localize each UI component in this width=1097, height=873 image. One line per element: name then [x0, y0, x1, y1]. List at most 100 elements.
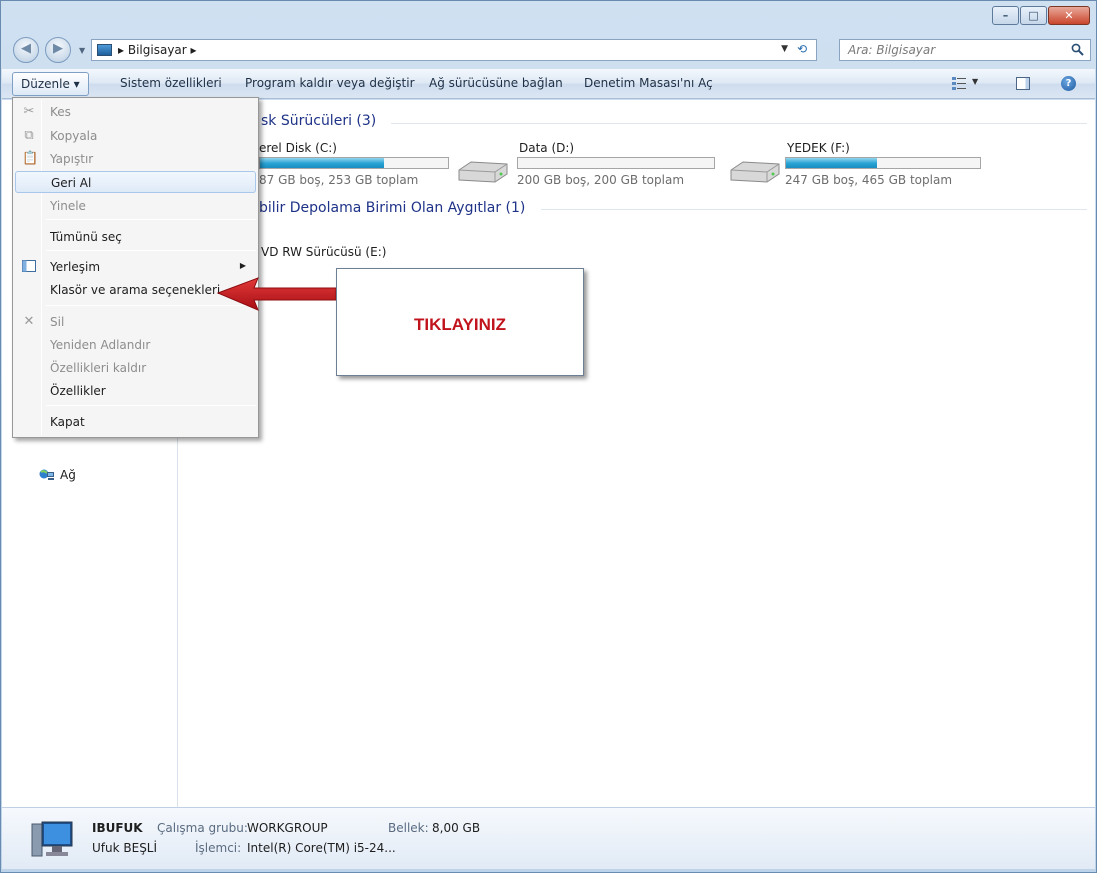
submenu-arrow-icon: ▶ — [239, 261, 246, 270]
change-view-icon[interactable] — [952, 77, 966, 90]
drive-usage-fill — [786, 158, 878, 168]
group-header-hard-disks[interactable]: sk Sürücüleri (3) — [261, 113, 376, 129]
main-pane: sk Sürücüleri (3) erel Disk (C:) 87 GB b… — [179, 100, 1095, 807]
menu-item-redo[interactable]: Yinele — [15, 195, 256, 217]
drive-usage-bar — [259, 157, 449, 169]
view-dropdown-icon[interactable]: ▼ — [972, 77, 978, 86]
caption-buttons: – □ ✕ — [991, 6, 1090, 25]
maximize-button[interactable]: □ — [1020, 6, 1047, 25]
workgroup-value: WORKGROUP — [247, 821, 328, 835]
menu-item-close[interactable]: Kapat — [15, 411, 256, 433]
organize-button[interactable]: Düzenle ▾ — [12, 72, 89, 96]
paste-icon: 📋 — [22, 151, 39, 166]
refresh-icon[interactable]: ⟲ — [792, 42, 812, 58]
user-name: Ufuk BEŞLİ — [92, 841, 158, 855]
drive-info: 200 GB boş, 200 GB toplam — [517, 173, 685, 187]
annotation-arrow-icon — [216, 277, 337, 311]
preview-pane-icon[interactable] — [1016, 77, 1030, 90]
search-box[interactable]: Ara: Bilgisayar — [839, 39, 1091, 61]
back-button[interactable]: ◀ — [13, 37, 39, 63]
system-properties-button[interactable]: Sistem özellikleri — [120, 76, 222, 90]
copy-icon: ⧉ — [24, 128, 34, 143]
layout-icon — [22, 260, 36, 274]
menu-item-cut[interactable]: ✂ Kes — [15, 101, 256, 123]
recent-pages-dropdown[interactable]: ▼ — [79, 46, 85, 55]
drive-usage-bar — [517, 157, 715, 169]
open-control-panel-button[interactable]: Denetim Masası'nı Aç — [584, 76, 713, 90]
menu-item-paste[interactable]: 📋 Yapıştır — [15, 148, 256, 170]
menu-item-label: Yinele — [50, 199, 86, 213]
close-icon: ✕ — [1064, 9, 1074, 22]
address-dropdown-icon[interactable]: ▼ — [781, 44, 788, 54]
back-arrow-icon: ◀ — [21, 41, 31, 56]
network-icon — [39, 469, 54, 480]
delete-icon: ✕ — [23, 314, 35, 329]
menu-item-rename[interactable]: Yeniden Adlandır — [15, 334, 256, 356]
address-row: ◀ ▶ ▼ ▸ Bilgisayar ▸ ▼ ⟲ Ara: Bilgisayar — [1, 31, 1096, 67]
menu-item-remove-properties[interactable]: Özellikleri kaldır — [15, 357, 256, 379]
menu-item-undo[interactable]: Geri Al — [15, 171, 256, 193]
menu-item-select-all[interactable]: Tümünü seç — [15, 226, 256, 248]
forward-button[interactable]: ▶ — [45, 37, 71, 63]
menu-item-label: Yerleşim — [50, 260, 101, 274]
menu-item-label: Kes — [50, 105, 71, 119]
nav-item-label: Ağ — [60, 468, 76, 482]
breadcrumb-separator[interactable]: ▸ — [191, 43, 197, 57]
command-bar: Düzenle ▾ Sistem özellikleri Program kal… — [2, 69, 1095, 99]
menu-separator — [46, 219, 256, 220]
details-pane: IBUFUK Ufuk BEŞLİ Çalışma grubu: WORKGRO… — [2, 807, 1095, 869]
computer-icon — [97, 44, 112, 56]
callout-text: TIKLAYINIZ — [414, 315, 506, 334]
computer-icon — [31, 821, 73, 857]
minimize-icon: – — [1002, 9, 1009, 22]
menu-item-label: Yapıştır — [50, 152, 94, 166]
menu-item-label: Kapat — [50, 415, 85, 429]
memory-label: Bellek: — [388, 821, 429, 835]
menu-item-properties[interactable]: Özellikler — [15, 380, 256, 402]
title-bar: – □ ✕ — [1, 1, 1096, 31]
drive-usage-fill — [260, 158, 385, 168]
drive-name: YEDEK (F:) — [787, 141, 850, 155]
close-button[interactable]: ✕ — [1048, 6, 1090, 25]
drive-name: VD RW Sürücüsü (E:) — [261, 245, 387, 259]
organize-menu: ✂ Kes ⧉ Kopyala 📋 Yapıştır Geri Al Yinel… — [12, 97, 259, 438]
breadcrumb-computer[interactable]: Bilgisayar — [128, 43, 187, 57]
group-divider — [391, 123, 1087, 124]
menu-item-label: Tümünü seç — [50, 230, 122, 244]
menu-item-label: Geri Al — [51, 176, 92, 190]
address-bar[interactable]: ▸ Bilgisayar ▸ ▼ ⟲ — [91, 39, 817, 61]
menu-item-copy[interactable]: ⧉ Kopyala — [15, 125, 256, 147]
menu-item-label: Sil — [50, 315, 65, 329]
hard-drive-icon — [730, 161, 780, 183]
search-icon[interactable] — [1071, 43, 1084, 56]
map-network-drive-button[interactable]: Ağ sürücüsüne bağlan — [429, 76, 563, 90]
menu-item-label: Yeniden Adlandır — [50, 338, 151, 352]
menu-item-label: Klasör ve arama seçenekleri — [50, 283, 221, 297]
workgroup-label: Çalışma grubu: — [157, 821, 248, 835]
breadcrumb[interactable]: ▸ Bilgisayar ▸ — [118, 43, 197, 57]
group-header-removable[interactable]: bilir Depolama Birimi Olan Aygıtlar (1) — [259, 200, 525, 216]
drive-usage-bar — [785, 157, 981, 169]
search-input[interactable]: Ara: Bilgisayar — [848, 43, 935, 57]
scissors-icon: ✂ — [23, 104, 35, 119]
cpu-label: İşlemci: — [195, 841, 242, 855]
memory-value: 8,00 GB — [432, 821, 481, 835]
annotation-callout: TIKLAYINIZ — [336, 268, 584, 376]
menu-separator — [46, 250, 256, 251]
menu-item-label: Özellikler — [50, 384, 106, 398]
help-icon[interactable]: ? — [1061, 76, 1076, 91]
drive-info: 247 GB boş, 465 GB toplam — [785, 173, 953, 187]
forward-arrow-icon: ▶ — [53, 41, 63, 56]
menu-item-label: Kopyala — [50, 129, 98, 143]
computer-name: IBUFUK — [92, 821, 143, 835]
nav-item-network[interactable]: Ağ — [39, 468, 76, 482]
group-divider — [541, 209, 1087, 210]
maximize-icon: □ — [1028, 9, 1039, 22]
minimize-button[interactable]: – — [992, 6, 1019, 25]
menu-separator — [46, 405, 256, 406]
uninstall-program-button[interactable]: Program kaldır veya değiştir — [245, 76, 415, 90]
menu-item-label: Özellikleri kaldır — [50, 361, 147, 375]
breadcrumb-separator: ▸ — [118, 43, 125, 57]
cpu-value: Intel(R) Core(TM) i5-24... — [247, 841, 396, 855]
drive-name: erel Disk (C:) — [259, 141, 337, 155]
